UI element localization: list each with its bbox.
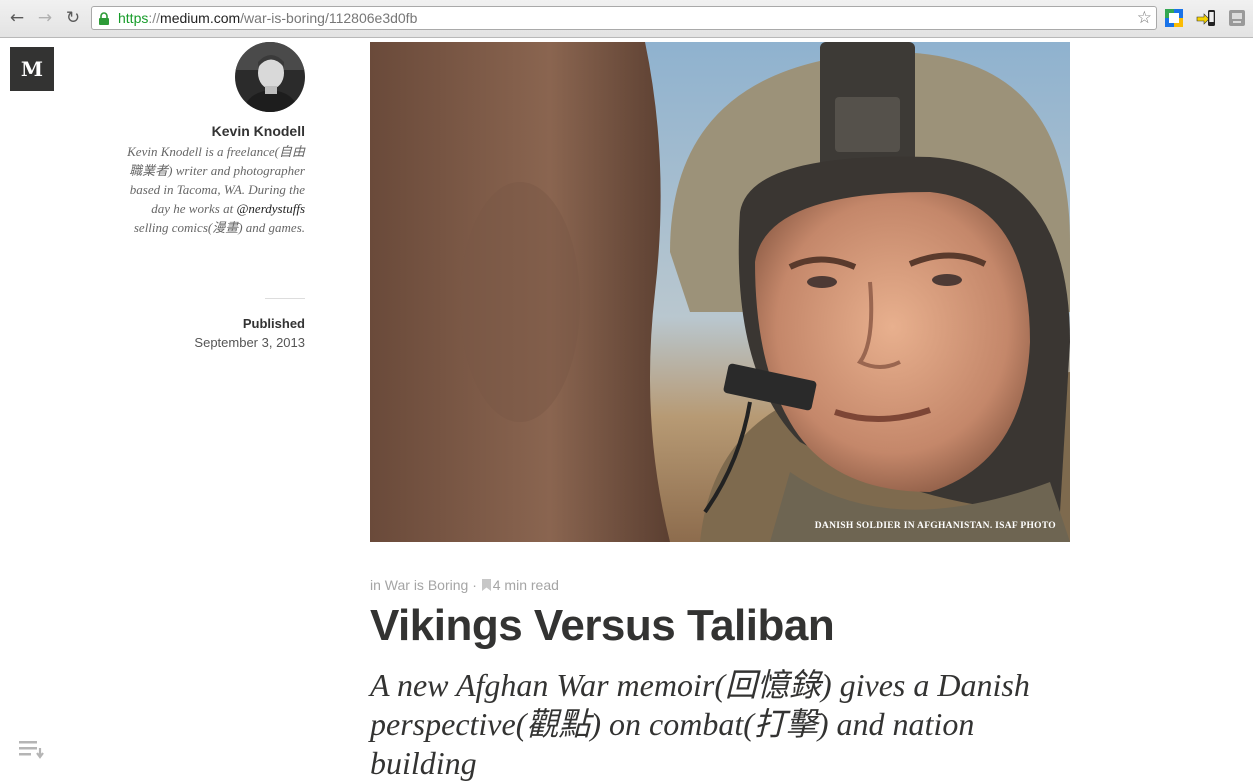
- sidebar-divider: [265, 298, 305, 299]
- bookmark-icon[interactable]: [481, 579, 491, 591]
- back-arrow-icon[interactable]: ←: [7, 8, 27, 28]
- author-name[interactable]: Kevin Knodell: [212, 123, 305, 139]
- article-subtitle: A new Afghan War memoir(回憶錄) gives a Dan…: [370, 667, 1030, 781]
- author-handle-link[interactable]: @nerdystuffs: [236, 201, 305, 216]
- extension-tag-icon[interactable]: [1227, 8, 1247, 28]
- author-avatar-image: [235, 42, 305, 112]
- author-avatar[interactable]: [235, 42, 305, 112]
- hero-photo: [370, 42, 1070, 542]
- hero-image: DANISH SOLDIER IN AFGHANISTAN. ISAF PHOT…: [370, 42, 1070, 542]
- read-time: 4 min read: [492, 577, 559, 593]
- bookmark-star-icon[interactable]: ☆: [1137, 8, 1152, 28]
- reload-icon[interactable]: ↻: [63, 8, 83, 28]
- browser-toolbar: ← → ↻ https://medium.com/war-is-boring/1…: [0, 0, 1253, 38]
- collection-link[interactable]: in War is Boring: [370, 577, 468, 593]
- reading-list-icon[interactable]: [19, 739, 47, 759]
- hero-caption: DANISH SOLDIER IN AFGHANISTAN. ISAF PHOT…: [814, 521, 1056, 531]
- author-bio: Kevin Knodell is a freelance(自由職業者) writ…: [127, 144, 305, 235]
- article-title: Vikings Versus Taliban: [370, 601, 835, 650]
- published-date: September 3, 2013: [194, 335, 305, 350]
- extension-phone-icon[interactable]: [1196, 8, 1216, 28]
- published-label: Published: [242, 316, 305, 331]
- article-meta: in War is Boring · 4 min read: [370, 577, 559, 593]
- lock-icon: [99, 12, 109, 25]
- medium-logo[interactable]: M: [10, 47, 54, 91]
- extension-cast-icon[interactable]: [1164, 8, 1184, 28]
- url-text[interactable]: https://medium.com/war-is-boring/112806e…: [118, 10, 417, 26]
- address-bar[interactable]: https://medium.com/war-is-boring/112806e…: [91, 6, 1157, 30]
- forward-arrow-icon[interactable]: →: [35, 8, 55, 28]
